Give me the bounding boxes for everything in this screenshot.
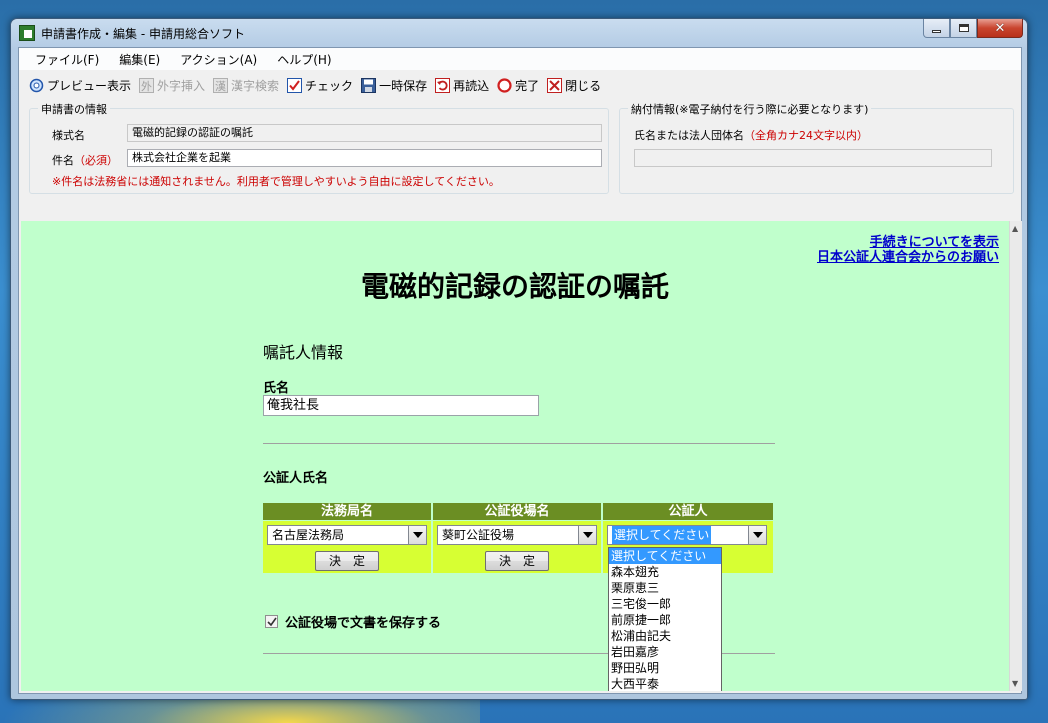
payer-name-hint: （全角カナ24文字以内）	[744, 129, 868, 142]
menu-file[interactable]: ファイル(F)	[25, 48, 109, 70]
subject-note: ※件名は法務省には通知されません。利用者で管理しやすいよう自由に設定してください…	[52, 175, 500, 188]
payment-info-group: 納付情報(※電子納付を行う際に必要となります) 氏名または法人団体名（全角カナ2…	[619, 101, 1014, 194]
gaiji-icon: 外	[139, 77, 155, 93]
notary-select[interactable]: 選択してください	[607, 525, 767, 545]
help-links: 手続きについてを表示 日本公証人連合会からのお願い	[817, 235, 999, 265]
form-title: 電磁的記録の認証の嘱託	[360, 270, 669, 303]
save-doc-checkbox[interactable]	[265, 615, 278, 628]
application-info-legend: 申請書の情報	[38, 101, 110, 117]
checkmark-icon	[266, 617, 277, 626]
name-label: 氏名	[263, 381, 290, 396]
toolbar: プレビュー表示 外 外字挿入 漢 漢字検索 チェック 一時保存 再読込 完了 閉…	[19, 73, 1021, 97]
application-info-group: 申請書の情報 様式名 電磁的記録の認証の嘱託 件名（必須） 株式会社企業を起業 …	[29, 101, 609, 194]
bureau-decide-button[interactable]: 決 定	[315, 551, 379, 571]
maximize-icon	[958, 24, 969, 32]
procedure-link[interactable]: 手続きについてを表示	[817, 235, 999, 250]
temp-save-button[interactable]: 一時保存	[361, 77, 427, 94]
menu-edit[interactable]: 編集(E)	[109, 48, 170, 70]
kanji-search-button[interactable]: 漢 漢字検索	[213, 77, 279, 94]
minimize-button[interactable]	[923, 19, 950, 38]
header-office: 公証役場名	[433, 503, 601, 520]
chevron-down-icon	[412, 532, 423, 538]
window-title: 申請書作成・編集 - 申請用総合ソフト	[41, 27, 245, 41]
header-notary: 公証人	[603, 503, 773, 520]
notary-option[interactable]: 松浦由記夫	[609, 628, 721, 644]
requester-section-title: 嘱託人情報	[263, 343, 344, 362]
bureau-dropdown-arrow[interactable]	[408, 526, 426, 544]
chevron-down-icon	[752, 532, 763, 538]
notary-option[interactable]: 森本翅充	[609, 564, 721, 580]
complete-button[interactable]: 完了	[497, 77, 539, 94]
notary-dropdown-arrow[interactable]	[748, 526, 766, 544]
notary-section-title: 公証人氏名	[263, 471, 329, 486]
menu-bar: ファイル(F) 編集(E) アクション(A) ヘルプ(H)	[19, 48, 1021, 70]
close-button[interactable]: 閉じる	[547, 77, 601, 94]
form-name-label: 様式名	[52, 129, 85, 142]
payer-name-field[interactable]	[634, 149, 992, 167]
menu-action[interactable]: アクション(A)	[170, 48, 267, 70]
notary-dropdown-list: 選択してください 森本翅充 栗原恵三 三宅俊一郎 前原捷一郎 松浦由記夫 岩田嘉…	[608, 547, 722, 691]
save-doc-option[interactable]: 公証役場で文書を保存する	[265, 612, 441, 631]
notary-option[interactable]: 大西平泰	[609, 676, 721, 691]
reload-button[interactable]: 再読込	[435, 77, 489, 94]
gaiji-insert-button[interactable]: 外 外字挿入	[139, 77, 205, 94]
scroll-up-icon[interactable]: ▲	[1012, 224, 1018, 233]
notary-option[interactable]: 栗原恵三	[609, 580, 721, 596]
notary-option[interactable]: 野田弘明	[609, 660, 721, 676]
menu-help[interactable]: ヘルプ(H)	[267, 48, 341, 70]
notary-option[interactable]: 前原捷一郎	[609, 612, 721, 628]
minimize-icon	[932, 29, 941, 33]
preview-button[interactable]: プレビュー表示	[29, 77, 131, 94]
notary-option[interactable]: 三宅俊一郎	[609, 596, 721, 612]
window-controls: ✕	[923, 19, 1023, 39]
svg-text:外: 外	[141, 80, 152, 93]
bureau-select[interactable]: 名古屋法務局	[267, 525, 427, 545]
maximize-button[interactable]	[950, 19, 977, 38]
check-button[interactable]: チェック	[287, 77, 353, 94]
subject-required-marker: （必須）	[74, 154, 118, 167]
bureau-cell: 名古屋法務局 決 定	[263, 521, 431, 573]
save-doc-label: 公証役場で文書を保存する	[285, 616, 442, 631]
svg-text:漢: 漢	[215, 80, 226, 93]
complete-icon	[497, 77, 512, 93]
app-window: 申請書作成・編集 - 申請用総合ソフト ✕ ファイル(F) 編集(E) アクショ…	[10, 18, 1028, 700]
form-name-field: 電磁的記録の認証の嘱託	[127, 124, 602, 142]
header-bureau: 法務局名	[263, 503, 431, 520]
chevron-down-icon	[582, 532, 593, 538]
divider	[263, 443, 775, 444]
payer-name-label: 氏名または法人団体名（全角カナ24文字以内）	[634, 129, 868, 142]
title-bar[interactable]: 申請書作成・編集 - 申請用総合ソフト ✕	[11, 19, 1027, 47]
name-input[interactable]: 俺我社長	[263, 395, 539, 416]
close-x-icon: ✕	[994, 20, 1006, 36]
office-dropdown-arrow[interactable]	[578, 526, 596, 544]
close-icon	[547, 77, 563, 93]
preview-icon	[29, 78, 44, 93]
subject-label: 件名（必須）	[52, 154, 118, 167]
check-icon	[287, 77, 303, 93]
close-window-button[interactable]: ✕	[977, 19, 1023, 38]
reload-icon	[435, 77, 451, 93]
subject-input[interactable]: 株式会社企業を起業	[127, 149, 602, 167]
vertical-scrollbar[interactable]: ▲ ▼	[1009, 221, 1022, 691]
payment-info-legend: 納付情報(※電子納付を行う際に必要となります)	[628, 101, 872, 117]
form-content: 手続きについてを表示 日本公証人連合会からのお願い 電磁的記録の認証の嘱託 嘱託…	[21, 221, 1009, 691]
notary-assoc-link[interactable]: 日本公証人連合会からのお願い	[817, 250, 999, 265]
scroll-down-icon[interactable]: ▼	[1012, 679, 1018, 688]
office-cell: 葵町公証役場 決 定	[433, 521, 601, 573]
client-area: ファイル(F) 編集(E) アクション(A) ヘルプ(H) プレビュー表示 外 …	[18, 47, 1022, 694]
notary-option[interactable]: 岩田嘉彦	[609, 644, 721, 660]
save-icon	[361, 77, 377, 93]
notary-option[interactable]: 選択してください	[609, 548, 721, 564]
app-icon	[19, 25, 35, 41]
office-select[interactable]: 葵町公証役場	[437, 525, 597, 545]
office-decide-button[interactable]: 決 定	[485, 551, 549, 571]
kanji-search-icon: 漢	[213, 77, 229, 93]
